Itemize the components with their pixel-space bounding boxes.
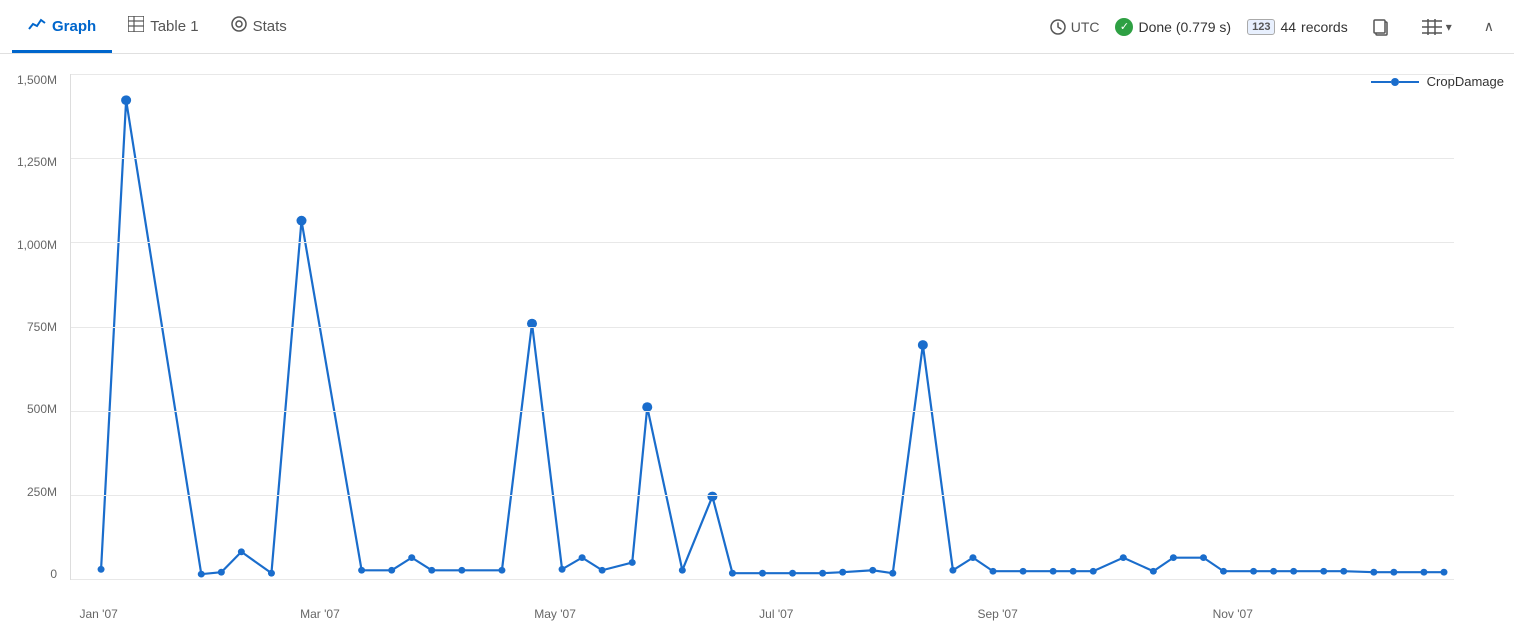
x-label-jan: Jan '07 xyxy=(79,607,117,621)
tab-stats[interactable]: Stats xyxy=(215,0,303,53)
columns-icon xyxy=(1422,19,1442,35)
y-label-0: 0 xyxy=(50,568,57,580)
legend-line-dash2 xyxy=(1399,81,1419,83)
graph-icon xyxy=(28,15,46,38)
done-icon: ✓ xyxy=(1115,18,1133,36)
records-icon: 123 xyxy=(1247,19,1275,35)
y-label-1500: 1,500M xyxy=(17,74,57,86)
done-label: Done (0.779 s) xyxy=(1138,19,1231,35)
timezone-label: UTC xyxy=(1071,19,1100,35)
columns-button[interactable]: ▾ xyxy=(1414,15,1460,39)
header-bar: Graph Table 1 Stats UTC xyxy=(0,0,1514,54)
collapse-icon: ∧ xyxy=(1484,18,1494,35)
records-label-text: records xyxy=(1301,19,1348,35)
tab-table-label: Table 1 xyxy=(150,18,198,35)
copy-button[interactable] xyxy=(1364,14,1398,40)
tab-graph-label: Graph xyxy=(52,18,96,35)
x-label-may: May '07 xyxy=(534,607,576,621)
legend: CropDamage xyxy=(1371,74,1504,89)
collapse-button[interactable]: ∧ xyxy=(1476,14,1502,39)
done-status: ✓ Done (0.779 s) xyxy=(1115,18,1231,36)
grid-line-1 xyxy=(71,158,1454,159)
x-label-sep: Sep '07 xyxy=(977,607,1017,621)
grid-line-5 xyxy=(71,495,1454,496)
tab-stats-label: Stats xyxy=(253,18,287,35)
grid-line-3 xyxy=(71,327,1454,328)
y-label-1000: 1,000M xyxy=(17,239,57,251)
header-right: UTC ✓ Done (0.779 s) 123 44 records xyxy=(1050,14,1502,40)
copy-icon xyxy=(1372,18,1390,36)
records-count-badge: 123 44 records xyxy=(1247,19,1348,35)
tab-graph[interactable]: Graph xyxy=(12,0,112,53)
x-label-mar: Mar '07 xyxy=(300,607,340,621)
y-label-500: 500M xyxy=(27,403,57,415)
chart-container: 1,500M 1,250M 1,000M 750M 500M 250M 0 xyxy=(0,54,1514,630)
legend-line-dash xyxy=(1371,81,1391,83)
legend-label: CropDamage xyxy=(1427,74,1504,89)
tab-table[interactable]: Table 1 xyxy=(112,0,214,53)
y-label-1250: 1,250M xyxy=(17,156,57,168)
records-count: 44 xyxy=(1280,19,1296,35)
grid-line-top xyxy=(71,74,1454,75)
legend-item-cropdamage: CropDamage xyxy=(1371,74,1504,89)
grid-line-bottom xyxy=(71,579,1454,580)
x-label-nov: Nov '07 xyxy=(1213,607,1253,621)
y-label-750: 750M xyxy=(27,321,57,333)
stats-icon xyxy=(231,16,247,37)
table-icon xyxy=(128,16,144,37)
grid-line-2 xyxy=(71,242,1454,243)
x-label-jul: Jul '07 xyxy=(759,607,793,621)
timezone-status: UTC xyxy=(1050,19,1100,35)
chart-area: Jan '07 Mar '07 May '07 Jul '07 Sep '07 … xyxy=(70,74,1454,580)
chevron-down-icon: ▾ xyxy=(1446,20,1452,34)
grid-lines xyxy=(71,74,1454,579)
y-label-250: 250M xyxy=(27,486,57,498)
grid-line-4 xyxy=(71,411,1454,412)
legend-dot-marker xyxy=(1391,78,1399,86)
y-axis: 1,500M 1,250M 1,000M 750M 500M 250M 0 xyxy=(0,74,65,580)
clock-icon xyxy=(1050,19,1066,35)
